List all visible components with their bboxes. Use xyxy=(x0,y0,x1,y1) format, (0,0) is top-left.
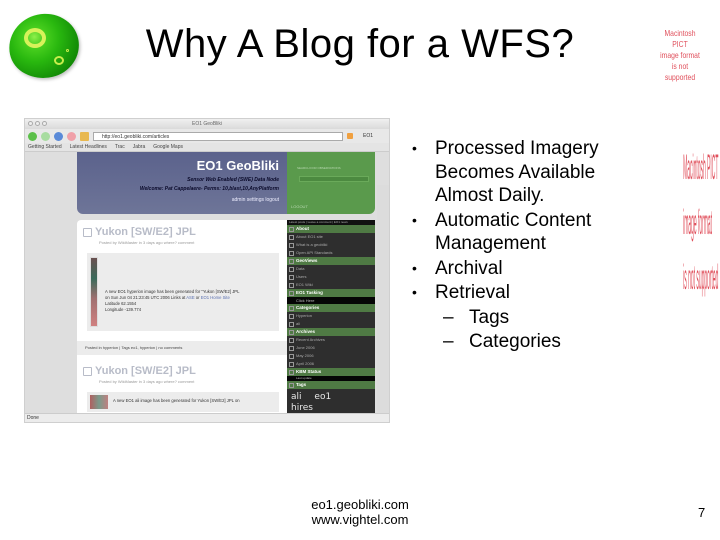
satellite-image-thumbnail xyxy=(90,257,98,327)
post-title: Yukon [SW/E2] JPL xyxy=(77,359,287,377)
sidebar-item: Recent Archives xyxy=(287,336,375,344)
close-window-icon xyxy=(28,121,33,126)
pict-placeholder-small: Macintosh PICT image format is not suppo… xyxy=(656,28,704,83)
minimize-window-icon xyxy=(35,121,40,126)
bullet-item: Processed Imagery Becomes Available Almo… xyxy=(410,137,650,208)
post-text: A new EO1 ali image has been generated f… xyxy=(113,398,240,403)
forward-arrow-icon xyxy=(41,131,50,141)
search-engine-label: EO1 xyxy=(363,133,374,139)
browser-toolbar: http://eo1.geobliki.com/articles EO1 xyxy=(25,129,389,143)
ase-link: ASE xyxy=(186,295,195,300)
site-search-panel: SEARCH FOR OBSERVATIONS LOGOUT xyxy=(287,152,375,214)
page-content: EO1 GeoBliki Sensor Web Enabled (SWE) Da… xyxy=(25,152,389,422)
sidebar-heading: GeoViews xyxy=(287,257,375,265)
sidebar-item: Data xyxy=(287,265,375,273)
bookmark: Latest Headlines xyxy=(69,144,107,150)
bookmark: Google Maps xyxy=(153,144,183,150)
sidebar-item: Hyperion xyxy=(287,312,375,320)
post-meta: Posted by WikiMaster in 3 days ago where… xyxy=(99,240,195,245)
zoom-window-icon xyxy=(42,121,47,126)
pict-line: is not supported xyxy=(683,260,719,299)
page-number: 7 xyxy=(698,505,706,520)
back-arrow-icon xyxy=(28,131,37,141)
sidebar-item: ali xyxy=(287,320,375,328)
bullet-item: Archival xyxy=(410,257,650,281)
bullet-item: Automatic Content Management xyxy=(410,209,650,256)
bookmark: Jabra xyxy=(132,144,146,150)
sidebar-heading: About xyxy=(287,225,375,233)
post-text: A new EO1 hyperion image has been genera… xyxy=(105,289,275,313)
blog-screenshot: EO1 GeoBliki http://eo1.geobliki.com/art… xyxy=(24,118,390,423)
sidebar-item: What is a geobliki xyxy=(287,241,375,249)
slide-title: Why A Blog for a WFS? xyxy=(145,22,575,66)
post-body: A new EO1 ali image has been generated f… xyxy=(87,392,279,412)
document-icon xyxy=(83,227,92,237)
browser-titlebar: EO1 GeoBliki xyxy=(25,119,389,129)
pict-line: is not supported xyxy=(664,61,696,82)
pict-line: image format xyxy=(683,205,713,244)
site-subtitle: Sensor Web Enabled (SWE) Data Node xyxy=(187,177,279,183)
sidebar-heading: Tags xyxy=(287,381,375,389)
pict-line: Macintosh PICT xyxy=(664,28,696,49)
sidebar-heading: KBM Status xyxy=(287,368,375,376)
post-footer: Posted in hyperion | Tags eo1, hyperion … xyxy=(77,341,287,355)
footer-links: eo1.geobliki.com www.vightel.com xyxy=(0,497,720,527)
window-title: EO1 GeoBliki xyxy=(191,121,222,127)
sidebar-heading: Categories xyxy=(287,304,375,312)
footer-link: eo1.geobliki.com xyxy=(311,497,409,512)
pict-placeholder-tall: Macintosh PICT image format is not suppo… xyxy=(676,150,719,390)
home-site-link: EO1 Home Site xyxy=(200,295,230,300)
tag: hires xyxy=(291,403,313,413)
post-title-text: Yukon [SW/E2] JPL xyxy=(95,226,196,238)
post-line-text: on Sun Jun 04 21:23:45 UTC 2006 Links at xyxy=(105,295,187,300)
tasking-link: Click Here xyxy=(287,297,375,304)
sidebar-heading: EO1 Tasking xyxy=(287,289,375,297)
sub-bullet-item: Categories xyxy=(410,330,650,354)
logout-label: LOGOUT xyxy=(291,204,308,209)
post-line: Longitude -139.774 xyxy=(105,307,142,312)
tag: eo1 xyxy=(314,392,332,402)
window-controls xyxy=(28,121,47,126)
post-meta: Posted by WikiMaster in 3 days ago where… xyxy=(99,379,195,384)
user-links: admin settings logout xyxy=(231,197,279,203)
blog-sidebar: Latest posts | Leave a comment | EO1 new… xyxy=(287,220,375,422)
site-header: EO1 GeoBliki Sensor Web Enabled (SWE) Da… xyxy=(77,152,287,214)
site-search-input xyxy=(299,176,369,182)
site-welcome: Welcome: Pat Cappelaere- Perms: 10,blast… xyxy=(139,186,279,192)
bookmark: Trac xyxy=(114,144,125,150)
browser-status-bar: Done xyxy=(25,413,389,422)
bookmark: Getting Started xyxy=(28,144,62,150)
reload-icon xyxy=(54,131,63,141)
pict-line: image format xyxy=(660,50,700,60)
home-icon xyxy=(80,131,89,141)
satellite-image-thumbnail xyxy=(90,395,108,409)
document-icon xyxy=(83,366,92,376)
sidebar-item: About EO1 site xyxy=(287,233,375,241)
tag: ali xyxy=(291,392,302,402)
pict-line: Macintosh PICT xyxy=(683,150,719,189)
post-body: A new EO1 hyperion image has been genera… xyxy=(87,253,279,331)
rss-feed-icon xyxy=(347,133,353,139)
stop-icon xyxy=(67,131,76,141)
sidebar-item: May 2006 xyxy=(287,352,375,360)
sidebar-item: April 2006 xyxy=(287,360,375,368)
bookmarks-bar: Getting Started Latest Headlines Trac Ja… xyxy=(25,143,389,152)
sidebar-item: Open API Standards xyxy=(287,249,375,257)
post-title: Yukon [SW/E2] JPL xyxy=(77,220,287,238)
sidebar-item: June 2006 xyxy=(287,344,375,352)
sidebar-item: EO1 Wiki xyxy=(287,281,375,289)
footer-link: www.vightel.com xyxy=(311,512,409,527)
site-name: EO1 GeoBliki xyxy=(196,158,279,173)
sidebar-heading: Archives xyxy=(287,328,375,336)
sidebar-item: Users xyxy=(287,273,375,281)
search-caption: SEARCH FOR OBSERVATIONS xyxy=(297,166,341,170)
browser-scrollbar xyxy=(377,185,389,422)
sub-bullet-item: Tags xyxy=(410,306,650,330)
bullet-list: Processed Imagery Becomes Available Almo… xyxy=(410,137,650,355)
bullet-item: Retrieval xyxy=(410,281,650,305)
url-bar: http://eo1.geobliki.com/articles xyxy=(93,131,343,141)
posts-column: Yukon [SW/E2] JPL Posted by WikiMaster i… xyxy=(77,220,287,414)
post-title-text: Yukon [SW/E2] JPL xyxy=(95,365,196,377)
